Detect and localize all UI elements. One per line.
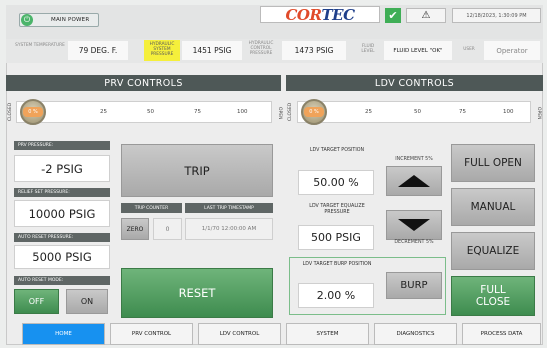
- fluid-level-value: FLUID LEVEL "OK": [384, 41, 452, 60]
- ldv-tick: 75: [459, 109, 466, 115]
- prv-pressure-label: PRV PRESSURE:: [14, 141, 110, 150]
- down-arrow-icon: [398, 219, 430, 231]
- relief-set-pressure-label: RELIEF SET PRESSURE:: [14, 188, 110, 197]
- full-open-button[interactable]: FULL OPEN: [451, 144, 535, 182]
- datetime-display: 12/18/2023, 1:30:09 PM: [452, 8, 541, 23]
- ldv-target-equalize-label: LDV TARGET EQUALIZE PRESSURE: [309, 204, 365, 215]
- power-icon: ⏻: [21, 14, 33, 26]
- alarm-warning-icon[interactable]: ⚠: [406, 8, 446, 23]
- ldv-closed-label: CLOSED: [288, 102, 293, 122]
- ldv-target-position-label: LDV TARGET POSITION: [309, 148, 365, 153]
- main-power-label: MAIN POWER: [51, 17, 90, 23]
- user-value[interactable]: Operator: [484, 41, 540, 60]
- ldv-open-label: OPEN: [536, 106, 541, 120]
- decrement-label: DECREMENT 5%: [394, 240, 434, 245]
- auto-reset-off-button[interactable]: OFF: [14, 289, 59, 314]
- trip-counter-label: TRIP COUNTER: [121, 203, 182, 213]
- ldv-target-burp-value[interactable]: 2.00 %: [298, 283, 374, 308]
- auto-reset-on-button[interactable]: ON: [66, 289, 108, 314]
- status-ok-icon[interactable]: ✔: [385, 8, 401, 23]
- reset-button[interactable]: RESET: [121, 268, 273, 318]
- nav-diagnostics[interactable]: DIAGNOSTICS: [374, 323, 457, 345]
- prv-tick: 25: [100, 109, 107, 115]
- manual-button[interactable]: MANUAL: [451, 188, 535, 226]
- increment-button[interactable]: [386, 166, 442, 196]
- full-close-button[interactable]: FULL CLOSE: [451, 276, 535, 316]
- ldv-controls-header: LDV CONTROLS: [286, 75, 543, 91]
- prv-position-slider[interactable]: [16, 101, 272, 123]
- cortec-logo: C OR TEC: [260, 6, 380, 24]
- up-arrow-icon: [398, 175, 430, 187]
- prv-slider-knob[interactable]: 0 %: [20, 99, 46, 125]
- hyd-control-pressure-label: HYDRAULIC CONTROL PRESSURE: [248, 41, 274, 56]
- auto-reset-mode-label: AUTO RESET MODE:: [14, 276, 110, 285]
- system-temp-value: 79 DEG. F.: [68, 41, 128, 60]
- prv-controls-header: PRV CONTROLS: [6, 75, 281, 91]
- nav-ldv-control[interactable]: LDV CONTROL: [198, 323, 281, 345]
- trip-counter-value: 0: [153, 218, 182, 240]
- ldv-tick: 25: [365, 109, 372, 115]
- ldv-target-position-value[interactable]: 50.00 %: [298, 170, 374, 195]
- ldv-tick: 100: [503, 109, 514, 115]
- relief-set-pressure-value[interactable]: 10000 PSIG: [14, 200, 110, 227]
- ldv-tick: 50: [414, 109, 421, 115]
- ldv-target-burp-label: LDV TARGET BURP POSITION: [302, 262, 372, 267]
- prv-tick: 100: [237, 109, 248, 115]
- auto-reset-pressure-value[interactable]: 5000 PSIG: [14, 245, 110, 269]
- prv-tick: 50: [147, 109, 154, 115]
- increment-label: INCREMENT 5%: [395, 157, 433, 162]
- nav-process-data[interactable]: PROCESS DATA: [462, 323, 541, 345]
- trip-button[interactable]: TRIP: [121, 144, 273, 197]
- zero-trip-counter-button[interactable]: ZERO: [121, 218, 149, 240]
- equalize-button[interactable]: EQUALIZE: [451, 232, 535, 270]
- decrement-button[interactable]: [386, 210, 442, 240]
- prv-closed-label: CLOSED: [8, 102, 13, 122]
- system-temp-label: SYSTEM TEMPERATURE: [15, 43, 65, 48]
- prv-pressure-value: -2 PSIG: [14, 155, 110, 182]
- nav-system[interactable]: SYSTEM: [286, 323, 369, 345]
- main-power-button[interactable]: ⏻ MAIN POWER: [19, 13, 99, 27]
- nav-home[interactable]: HOME: [22, 323, 105, 345]
- fluid-level-label: FLUID LEVEL: [361, 44, 375, 54]
- nav-prv-control[interactable]: PRV CONTROL: [110, 323, 193, 345]
- prv-open-label: OPEN: [277, 106, 282, 120]
- last-trip-timestamp-label: LAST TRIP TIMESTAMP: [185, 203, 273, 213]
- last-trip-timestamp-value: 1/1/70 12:00:00 AM: [185, 218, 273, 240]
- hyd-system-pressure-label: HYDRAULIC SYSTEM PRESSURE: [144, 40, 180, 61]
- hyd-control-pressure-value: 1473 PSIG: [282, 41, 346, 60]
- ldv-slider-knob[interactable]: 0 %: [301, 99, 327, 125]
- prv-tick: 75: [194, 109, 201, 115]
- hyd-system-pressure-value: 1451 PSIG: [182, 41, 242, 60]
- user-label: USER: [463, 47, 475, 52]
- ldv-target-equalize-value[interactable]: 500 PSIG: [298, 225, 374, 250]
- burp-button[interactable]: BURP: [386, 272, 442, 299]
- auto-reset-pressure-label: AUTO RESET PRESSURE:: [14, 233, 110, 242]
